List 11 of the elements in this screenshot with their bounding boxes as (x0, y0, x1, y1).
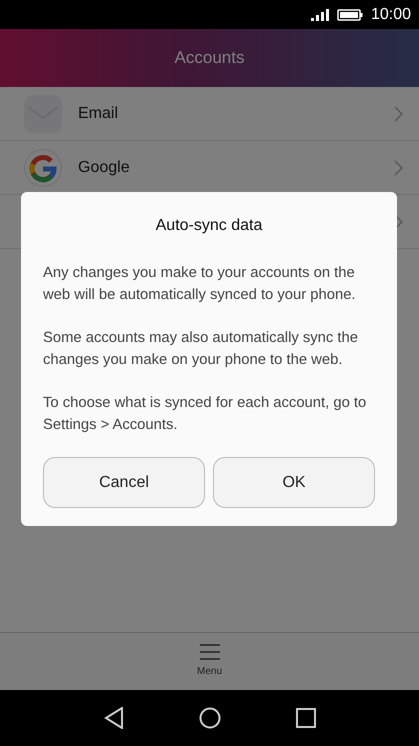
status-time: 10:00 (370, 4, 411, 24)
cancel-button[interactable]: Cancel (43, 457, 205, 508)
dialog-message: To choose what is synced for each account, go to Settings > Accounts. (43, 394, 368, 435)
screen-title: Accounts (174, 47, 244, 70)
dialog-message: Some accounts may also automatically sync the changes you make on your phone to the web. (43, 329, 359, 370)
dialog-message: Any changes you make to your accounts on the web will be automatically synced to your phone. (43, 264, 357, 305)
menu-label[interactable]: Menu (196, 664, 222, 679)
account-label: Google (78, 158, 131, 178)
dialog-title: Auto-sync data (154, 216, 264, 236)
account-label: Email (78, 104, 120, 124)
ok-button[interactable]: OK (213, 457, 375, 508)
